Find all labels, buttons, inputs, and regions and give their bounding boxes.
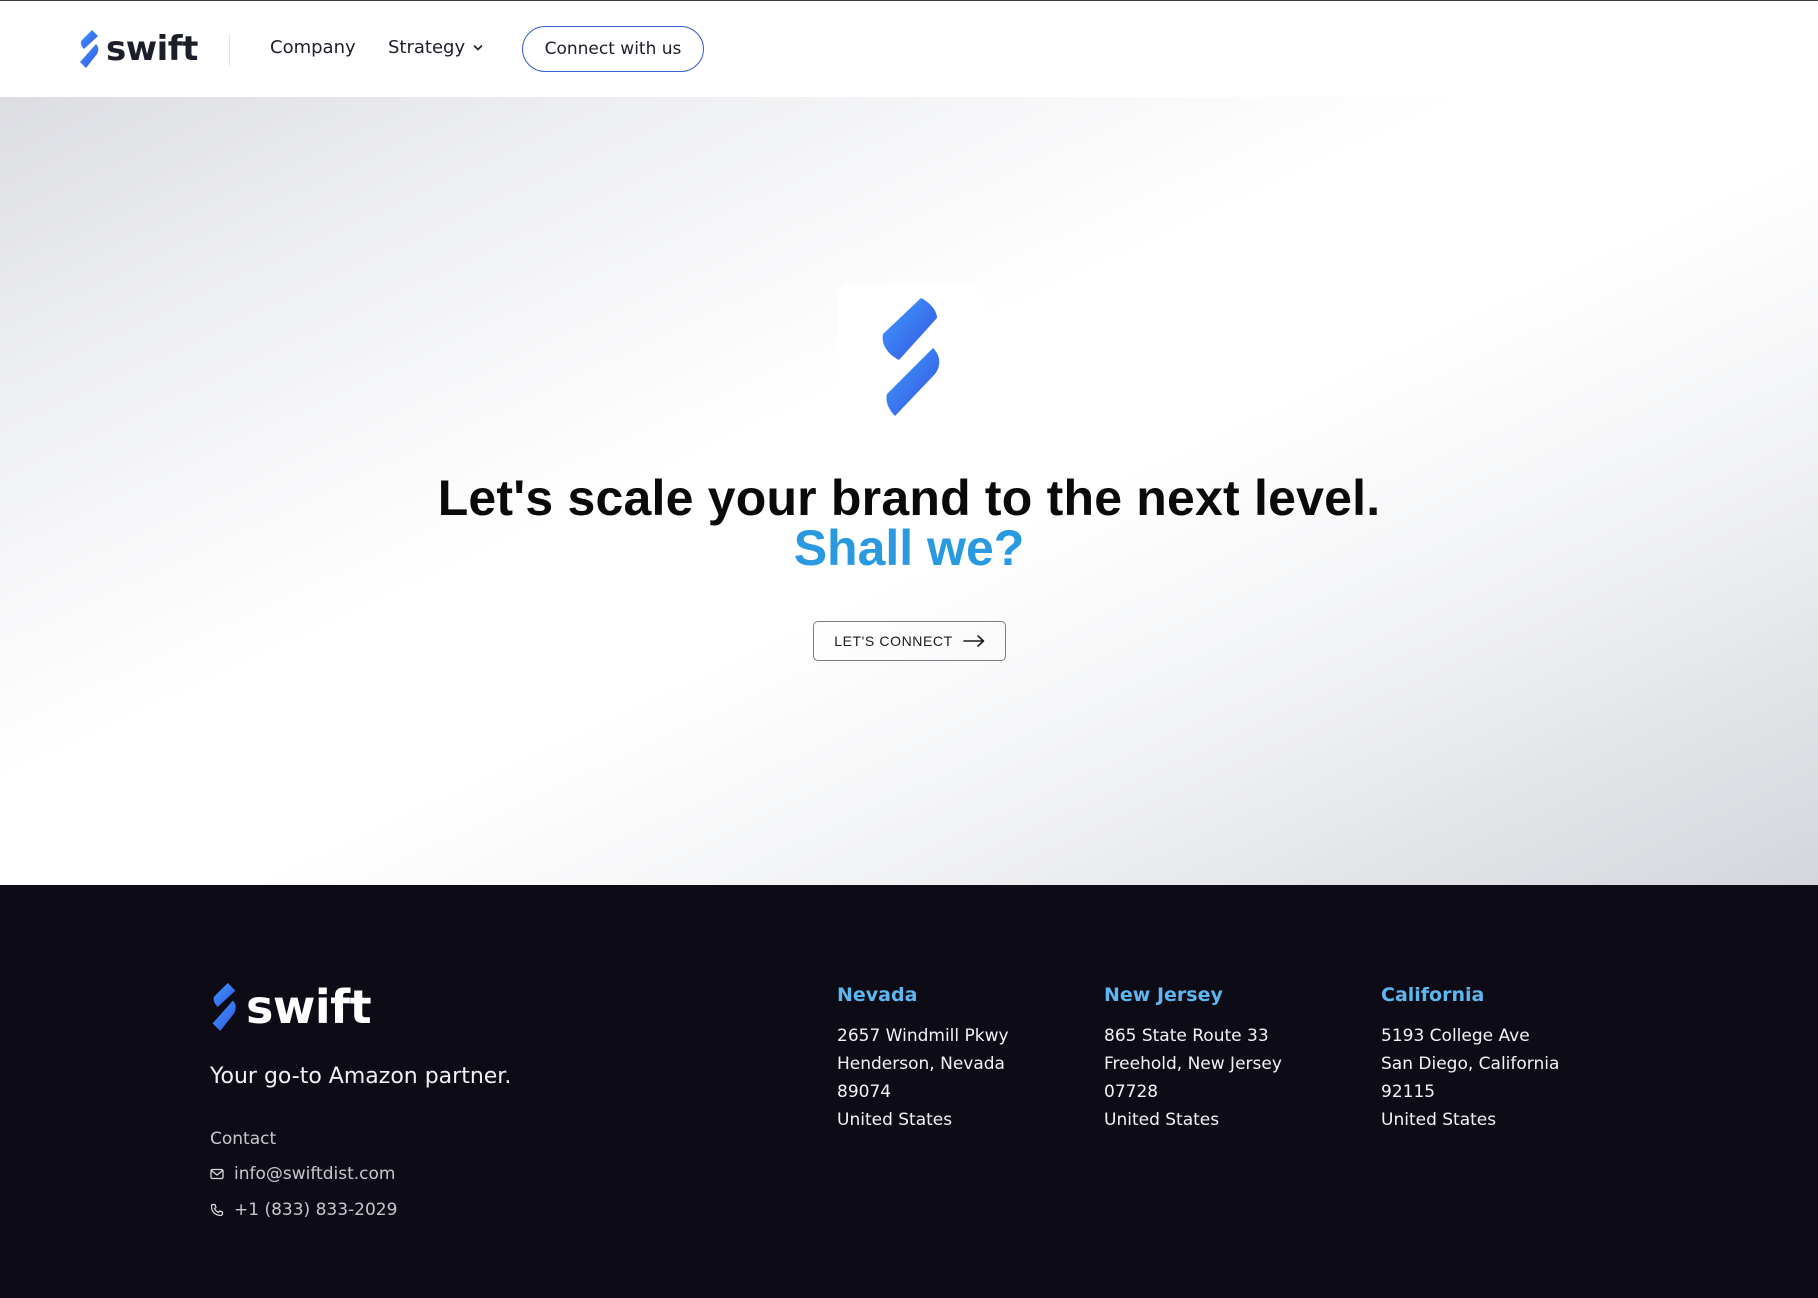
footer-tagline: Your go-to Amazon partner.	[210, 1064, 512, 1089]
office-title: Nevada	[837, 984, 918, 1006]
brand-logo[interactable]: swift	[78, 28, 198, 70]
phone-icon	[210, 1203, 224, 1217]
footer-brand-logo[interactable]: swift	[210, 980, 372, 1034]
office-title: New Jersey	[1104, 984, 1223, 1006]
office-address-line: 5193 College Ave	[1381, 1026, 1530, 1046]
swift-logo-icon	[212, 983, 236, 1031]
contact-phone-link[interactable]: +1 (833) 833-2029	[210, 1200, 397, 1220]
hero-section: Let's scale your brand to the next level…	[0, 97, 1818, 885]
office-address-line: Henderson, Nevada	[837, 1054, 1005, 1074]
contact-email: info@swiftdist.com	[234, 1164, 396, 1184]
office-address-line: 92115	[1381, 1082, 1436, 1102]
swift-logo-icon	[80, 30, 99, 68]
contact-heading: Contact	[210, 1129, 277, 1149]
nav-company[interactable]: Company	[270, 37, 356, 58]
office-new-jersey: New Jersey 865 State Route 33 Freehold, …	[1104, 984, 1282, 1134]
office-address-line: United States	[837, 1110, 953, 1130]
site-footer: swift Your go-to Amazon partner. Contact…	[0, 885, 1818, 1298]
hero-subtitle: Shall we?	[793, 520, 1025, 576]
office-address-line: San Diego, California	[1381, 1054, 1560, 1074]
office-address-line: 89074	[837, 1082, 892, 1102]
office-nevada: Nevada 2657 Windmill Pkwy Henderson, Nev…	[837, 984, 1009, 1134]
top-navbar: swift Company Strategy Connect with us	[0, 0, 1818, 97]
office-address-line: 2657 Windmill Pkwy	[837, 1026, 1009, 1046]
contact-phone: +1 (833) 833-2029	[234, 1200, 398, 1220]
arrow-right-icon	[962, 635, 985, 647]
swift-logo-icon	[882, 298, 940, 416]
footer-wordmark: swift	[246, 980, 372, 1034]
office-address-line: Freehold, New Jersey	[1104, 1054, 1282, 1074]
office-california: California 5193 College Ave San Diego, C…	[1381, 984, 1559, 1134]
connect-with-us-button[interactable]: Connect with us	[522, 26, 704, 72]
lets-connect-button[interactable]: LET'S CONNECT	[813, 621, 1006, 661]
nav-strategy[interactable]: Strategy	[388, 37, 483, 58]
mail-icon	[210, 1168, 224, 1180]
chevron-down-icon	[473, 44, 483, 50]
lets-connect-label: LET'S CONNECT	[834, 633, 953, 649]
brand-wordmark: swift	[106, 29, 198, 69]
contact-email-link[interactable]: info@swiftdist.com	[210, 1164, 395, 1184]
hero-logo-card	[838, 285, 982, 429]
office-address-line: 865 State Route 33	[1104, 1026, 1269, 1046]
nav-divider	[229, 34, 230, 66]
nav-strategy-label: Strategy	[388, 37, 466, 58]
office-title: California	[1381, 984, 1485, 1006]
office-address-line: United States	[1104, 1110, 1220, 1130]
office-address-line: 07728	[1104, 1082, 1159, 1102]
office-address-line: United States	[1381, 1110, 1497, 1130]
hero-title: Let's scale your brand to the next level…	[437, 470, 1381, 526]
